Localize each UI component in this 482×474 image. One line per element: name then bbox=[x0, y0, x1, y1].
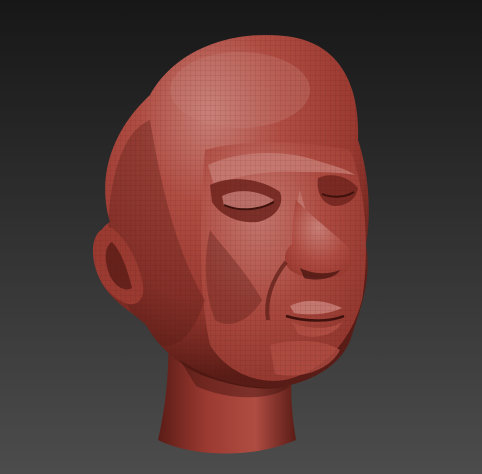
viewport-canvas[interactable] bbox=[0, 0, 482, 474]
3d-viewport[interactable] bbox=[0, 0, 482, 474]
